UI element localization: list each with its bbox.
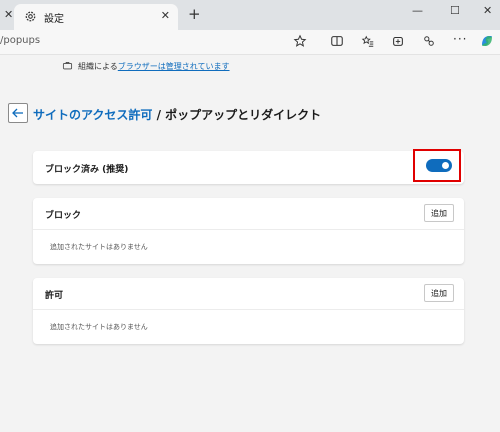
allow-list-title: 許可: [45, 291, 64, 301]
split-screen-icon[interactable]: [330, 34, 344, 48]
briefcase-icon: [62, 61, 73, 70]
close-window-button[interactable]: ✕: [483, 4, 492, 17]
prev-tab-close-icon[interactable]: ✕: [4, 8, 13, 21]
collections-icon[interactable]: [391, 34, 405, 48]
address-bar: /popups ···: [0, 30, 500, 55]
copilot-icon[interactable]: [479, 33, 495, 49]
block-list-title: ブロック: [45, 211, 82, 221]
block-list-card: ブロック 追加 追加されたサイトはありません: [33, 198, 464, 264]
tab-bar: ✕ 設定 ✕ + — ☐ ✕: [0, 0, 500, 30]
block-add-button[interactable]: 追加: [424, 204, 454, 222]
allow-add-button[interactable]: 追加: [424, 284, 454, 302]
allow-list-empty: 追加されたサイトはありません: [50, 323, 148, 331]
favorites-icon[interactable]: [361, 34, 375, 48]
more-menu-icon[interactable]: ···: [453, 32, 467, 46]
allow-list-card: 許可 追加 追加されたサイトはありません: [33, 278, 464, 344]
tab-settings[interactable]: 設定 ✕: [14, 4, 178, 30]
blocked-toggle[interactable]: [426, 159, 452, 172]
breadcrumb: サイトのアクセス許可 / ポップアップとリダイレクト: [33, 106, 321, 123]
allow-list-header: 許可 追加: [33, 278, 464, 310]
new-tab-button[interactable]: +: [188, 5, 201, 23]
toggle-knob: [442, 162, 449, 169]
managed-notice-prefix: 組織による: [78, 62, 118, 71]
tab-close-icon[interactable]: ✕: [161, 9, 170, 22]
blocked-recommended-label: ブロック済み (推奨): [45, 165, 129, 175]
page-title: ポップアップとリダイレクト: [165, 108, 322, 122]
managed-notice: 組織によるブラウザーは管理されています: [0, 56, 500, 76]
gear-icon: [25, 11, 36, 22]
breadcrumb-site-permissions[interactable]: サイトのアクセス許可: [33, 108, 152, 122]
url-input[interactable]: /popups: [0, 35, 40, 46]
back-button[interactable]: [8, 103, 28, 123]
maximize-button[interactable]: ☐: [450, 4, 460, 17]
tab-title: 設定: [44, 14, 64, 25]
block-list-empty: 追加されたサイトはありません: [50, 243, 148, 251]
minimize-button[interactable]: —: [412, 4, 423, 17]
managed-notice-text: 組織によるブラウザーは管理されています: [78, 61, 230, 72]
breadcrumb-separator: /: [152, 108, 166, 122]
favorite-star-icon[interactable]: [293, 34, 307, 48]
extensions-icon[interactable]: [422, 34, 436, 48]
blocked-setting-card: ブロック済み (推奨): [33, 151, 464, 184]
block-list-header: ブロック 追加: [33, 198, 464, 230]
managed-notice-link[interactable]: ブラウザーは管理されています: [118, 62, 230, 71]
back-arrow-icon: [12, 108, 23, 118]
